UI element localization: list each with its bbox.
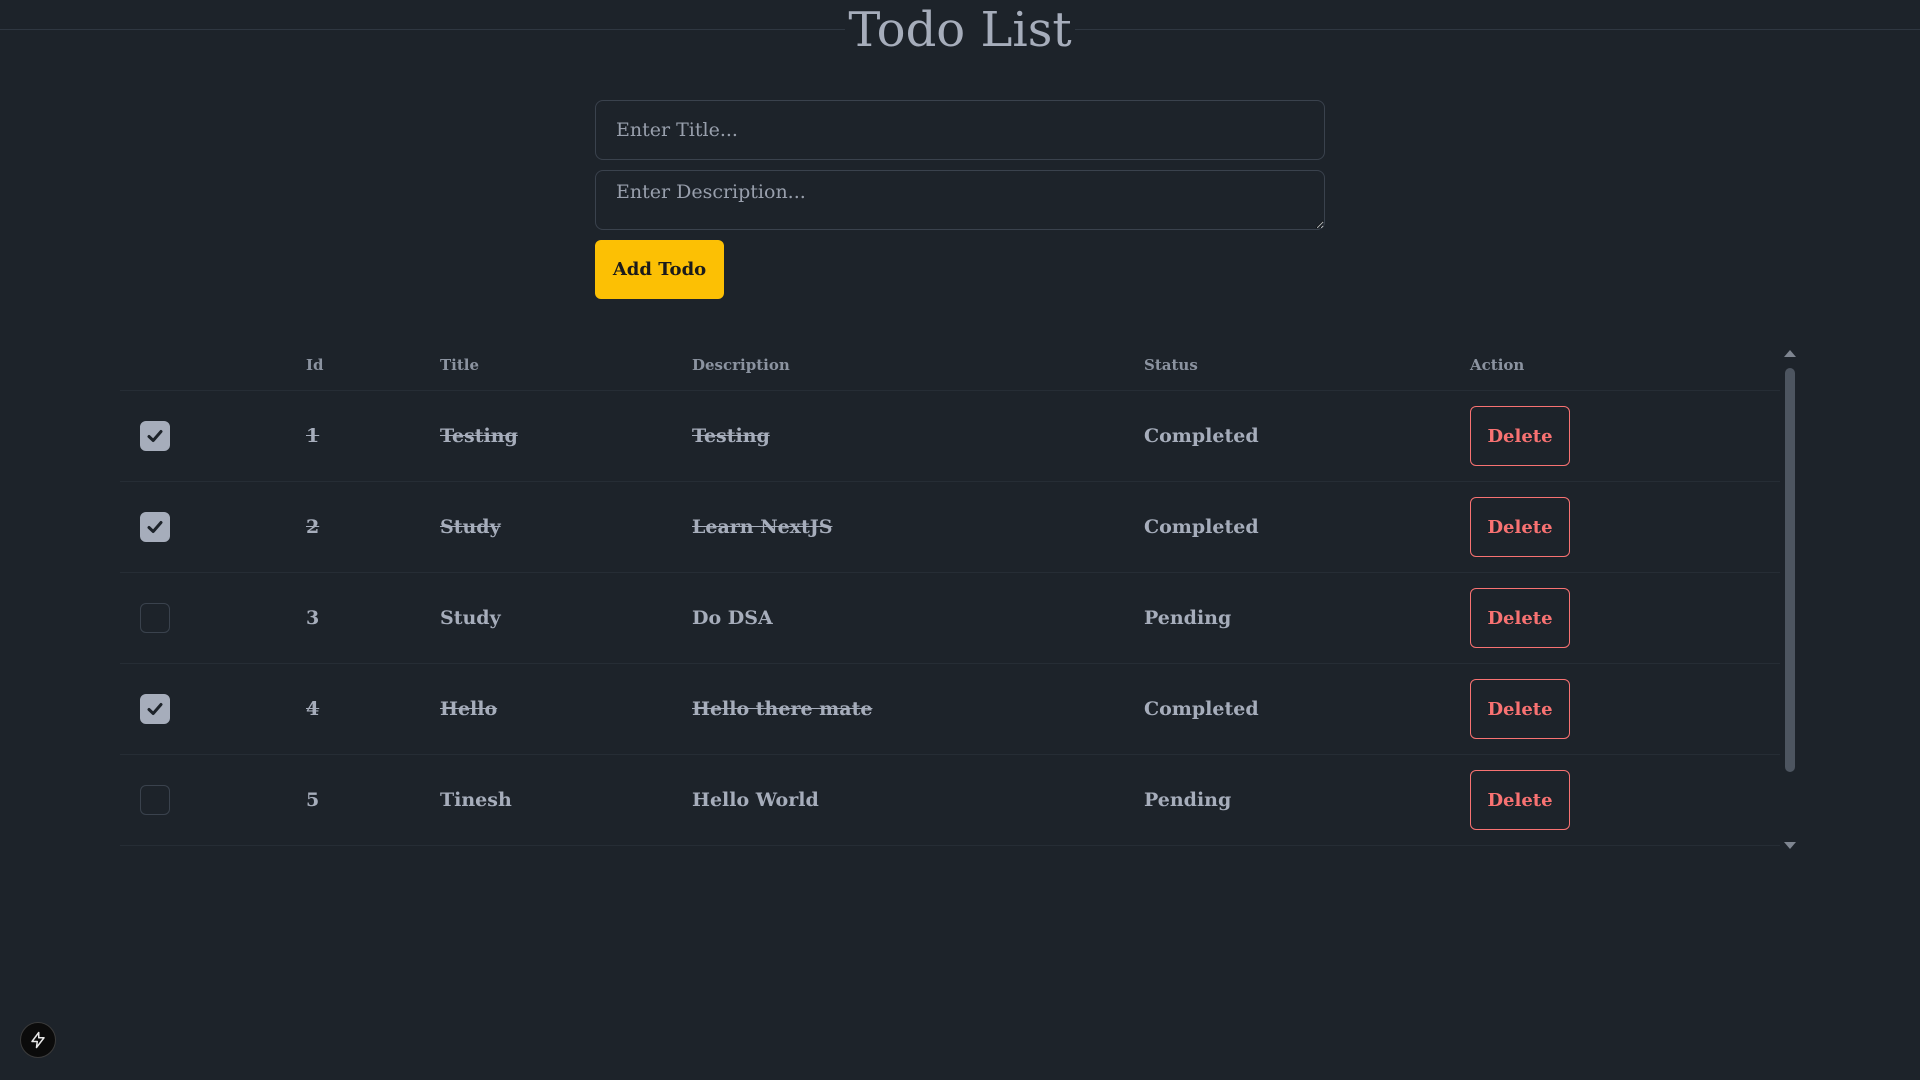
row-action-cell: Delete [1470,754,1780,846]
table-row: 4 Hello Hello there mate Completed Delet… [120,663,1780,755]
completed-checkbox[interactable] [140,694,170,724]
row-id: 4 [306,663,440,755]
row-action-cell: Delete [1470,572,1780,664]
check-icon [147,430,163,442]
table-row: 3 Study Do DSA Pending Delete [120,572,1780,664]
row-checkbox-cell [120,754,306,846]
row-action-cell: Delete [1470,663,1780,755]
completed-checkbox[interactable] [140,512,170,542]
header-title: Title [440,340,692,391]
header-action: Action [1470,340,1780,391]
row-title: Testing [440,390,692,482]
header-checkbox-col [120,340,306,391]
row-status: Completed [1144,390,1470,482]
todo-form: Add Todo [595,100,1325,299]
header-status: Status [1144,340,1470,391]
delete-button[interactable]: Delete [1470,679,1570,739]
row-title: Tinesh [440,754,692,846]
row-action-cell: Delete [1470,481,1780,573]
check-icon [147,703,163,715]
row-id: 1 [306,390,440,482]
row-status: Pending [1144,572,1470,664]
row-status: Completed [1144,481,1470,573]
header: Todo List [0,0,1920,60]
row-checkbox-cell [120,390,306,482]
completed-checkbox[interactable] [140,421,170,451]
description-input[interactable] [595,170,1325,230]
row-description: Testing [692,390,1144,482]
delete-button[interactable]: Delete [1470,406,1570,466]
todo-table-container: Id Title Description Status Action 1 Tes… [120,340,1785,850]
header-description: Description [692,340,1144,391]
title-input[interactable] [595,100,1325,160]
table-header-row: Id Title Description Status Action [120,340,1780,391]
header-divider-left [0,29,845,30]
todo-table: Id Title Description Status Action 1 Tes… [120,340,1780,846]
delete-button[interactable]: Delete [1470,497,1570,557]
completed-checkbox[interactable] [140,603,170,633]
row-description: Do DSA [692,572,1144,664]
row-status: Pending [1144,754,1470,846]
lightning-bolt-icon [31,1031,45,1049]
row-title: Study [440,481,692,573]
row-status: Completed [1144,663,1470,755]
scroll-thumb[interactable] [1785,368,1795,772]
row-checkbox-cell [120,663,306,755]
row-description: Hello there mate [692,663,1144,755]
completed-checkbox[interactable] [140,785,170,815]
delete-button[interactable]: Delete [1470,588,1570,648]
table-row: 1 Testing Testing Completed Delete [120,390,1780,482]
delete-button[interactable]: Delete [1470,770,1570,830]
page-title: Todo List [848,2,1072,58]
row-title: Hello [440,663,692,755]
row-description: Hello World [692,754,1144,846]
check-icon [147,521,163,533]
header-id: Id [306,340,440,391]
row-id: 2 [306,481,440,573]
table-row: 2 Study Learn NextJS Completed Delete [120,481,1780,573]
table-row: 5 Tinesh Hello World Pending Delete [120,754,1780,846]
row-id: 3 [306,572,440,664]
scroll-down-arrow-icon[interactable] [1784,842,1796,849]
row-checkbox-cell [120,572,306,664]
nextjs-dev-indicator[interactable] [20,1022,56,1058]
header-divider-right [1075,29,1920,30]
scroll-up-arrow-icon[interactable] [1784,350,1796,357]
row-id: 5 [306,754,440,846]
row-description: Learn NextJS [692,481,1144,573]
row-title: Study [440,572,692,664]
table-scrollbar[interactable] [1782,346,1798,854]
row-checkbox-cell [120,481,306,573]
add-todo-button[interactable]: Add Todo [595,240,724,299]
row-action-cell: Delete [1470,390,1780,482]
todo-app: Todo List Add Todo Id Title Description … [0,0,1920,1080]
